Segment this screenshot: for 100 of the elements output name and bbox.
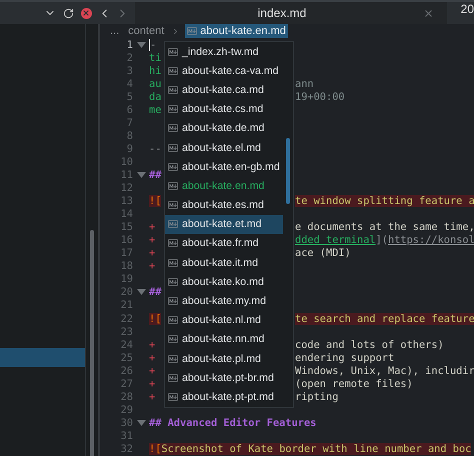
markdown-icon bbox=[168, 46, 178, 57]
markdown-icon bbox=[168, 372, 178, 383]
line-number: 12 bbox=[120, 182, 133, 194]
line-number: 23 bbox=[120, 326, 133, 338]
file-item[interactable]: about-kate.et.md bbox=[165, 214, 283, 234]
markdown-icon bbox=[168, 180, 178, 191]
markdown-icon bbox=[168, 84, 178, 95]
file-item[interactable]: about-kate.nn.md bbox=[165, 330, 283, 349]
file-item[interactable]: about-kate.el.md bbox=[165, 138, 283, 158]
line-number: 14 bbox=[120, 208, 133, 220]
line-number: 21 bbox=[120, 299, 133, 312]
markdown-icon bbox=[168, 238, 178, 248]
code-text: au bbox=[149, 78, 162, 90]
file-name: about-kate.en-gb.md bbox=[182, 160, 280, 173]
file-name: _index.zh-tw.md bbox=[182, 46, 259, 58]
markdown-icon bbox=[168, 66, 178, 76]
file-name: about-kate.ko.md bbox=[182, 276, 264, 288]
file-name: about-kate.ca-va.md bbox=[182, 64, 279, 77]
file-item[interactable]: about-kate.es.md bbox=[165, 196, 283, 215]
markdown-icon bbox=[168, 123, 178, 134]
markdown-icon bbox=[168, 334, 178, 344]
file-item[interactable]: about-kate.en-gb.md bbox=[165, 157, 283, 176]
line-number: 15 bbox=[120, 221, 133, 234]
file-item[interactable]: about-kate.ca-va.md bbox=[165, 61, 283, 80]
code-text: Windows, Unix, Mac), includir bbox=[295, 364, 474, 377]
line-number: 2 bbox=[126, 52, 133, 64]
code-text: (open remote files) bbox=[295, 378, 413, 390]
file-item[interactable]: about-kate.cs.md bbox=[165, 100, 283, 119]
code-text: Screenshot of Kate border with line number and boc bbox=[161, 442, 472, 455]
file-item[interactable]: about-kate.ca.md bbox=[165, 80, 283, 100]
line-number: 8 bbox=[126, 130, 133, 142]
markdown-icon bbox=[168, 219, 178, 230]
file-name: about-kate.ca.md bbox=[182, 84, 264, 96]
file-name: about-kate.nl.md bbox=[182, 314, 261, 326]
file-name: about-kate.cs.md bbox=[182, 103, 264, 116]
code-text: + bbox=[149, 247, 156, 260]
text-cursor bbox=[149, 38, 150, 51]
scrollbar-thumb[interactable] bbox=[90, 230, 94, 456]
file-name: about-kate.es.md bbox=[182, 199, 264, 212]
markdown-icon bbox=[168, 200, 178, 210]
code-text: + bbox=[149, 364, 156, 377]
file-item[interactable]: about-kate.pl.md bbox=[165, 349, 283, 368]
editor-tab[interactable]: index.md bbox=[135, 2, 447, 24]
file-item[interactable]: about-kate.de.md bbox=[165, 118, 283, 138]
code-text: ti bbox=[149, 52, 162, 64]
file-item[interactable]: _index.zh-tw.md bbox=[165, 42, 283, 62]
code-text: ## bbox=[149, 286, 162, 298]
code-text: 19+00:00 bbox=[295, 90, 345, 103]
file-name: about-kate.el.md bbox=[182, 142, 261, 154]
code-text: endering support bbox=[295, 352, 394, 364]
line-number: 11 bbox=[120, 168, 133, 181]
code-text: hi bbox=[149, 64, 162, 77]
code-text: te window splitting feature a bbox=[295, 195, 474, 208]
code-text: e documents at the same time, bbox=[295, 221, 474, 234]
file-item[interactable]: about-kate.my.md bbox=[165, 291, 283, 311]
line-number: 24 bbox=[120, 338, 133, 351]
code-text: ace (MDI) bbox=[295, 247, 351, 260]
code-text: + bbox=[149, 234, 156, 246]
line-number: 1 bbox=[126, 38, 133, 51]
file-name: about-kate.de.md bbox=[182, 122, 264, 134]
file-item[interactable]: about-kate.pt-br.md bbox=[165, 368, 283, 388]
line-number: 10 bbox=[120, 156, 133, 168]
code-text: ![ bbox=[149, 312, 162, 324]
code-text: dded terminal bbox=[295, 234, 376, 246]
code-text: ]( bbox=[376, 234, 388, 246]
file-item[interactable]: about-kate.en.md bbox=[165, 176, 283, 196]
code-text: ![ bbox=[149, 195, 162, 208]
markdown-icon bbox=[168, 162, 178, 172]
tab-title[interactable]: 20 bbox=[460, 2, 474, 24]
line-number: 9 bbox=[126, 142, 133, 155]
file-item[interactable]: about-kate.fr.md bbox=[165, 234, 283, 254]
line-number: 13 bbox=[120, 195, 133, 208]
file-item[interactable]: about-kate.it.md bbox=[165, 253, 283, 272]
code-text: + bbox=[149, 221, 156, 234]
line-number: 3 bbox=[126, 64, 133, 77]
code-text: https://konsol bbox=[388, 234, 474, 246]
line-number: 31 bbox=[120, 430, 133, 442]
code-text: -- bbox=[149, 142, 162, 155]
file-name: about-kate.nn.md bbox=[182, 333, 264, 346]
code-text: da bbox=[149, 90, 162, 103]
markdown-icon bbox=[168, 354, 178, 364]
line-number: 30 bbox=[120, 416, 133, 429]
breadcrumb-item[interactable]: content bbox=[126, 24, 166, 38]
code-text: + bbox=[149, 390, 156, 403]
line-number: 6 bbox=[126, 104, 133, 116]
scrollbar-thumb[interactable] bbox=[286, 138, 290, 204]
line-number: 27 bbox=[120, 378, 133, 390]
markdown-icon bbox=[168, 296, 178, 306]
file-name: about-kate.pt-pt.md bbox=[182, 390, 274, 403]
breadcrumb-more[interactable]: ... bbox=[108, 24, 122, 38]
file-item[interactable]: about-kate.ko.md bbox=[165, 272, 283, 292]
file-name: about-kate.my.md bbox=[182, 295, 266, 308]
file-item[interactable]: about-kate.pt-pt.md bbox=[165, 387, 283, 407]
breadcrumb-item[interactable]: about-kate.en.md bbox=[185, 24, 288, 38]
markdown-icon bbox=[168, 104, 178, 114]
file-name: about-kate.en.md bbox=[182, 180, 264, 192]
code-text: ripting bbox=[295, 390, 338, 403]
code-text: te search and replace feature bbox=[295, 312, 474, 324]
reload-icon[interactable] bbox=[61, 6, 75, 20]
file-item[interactable]: about-kate.nl.md bbox=[165, 310, 283, 330]
